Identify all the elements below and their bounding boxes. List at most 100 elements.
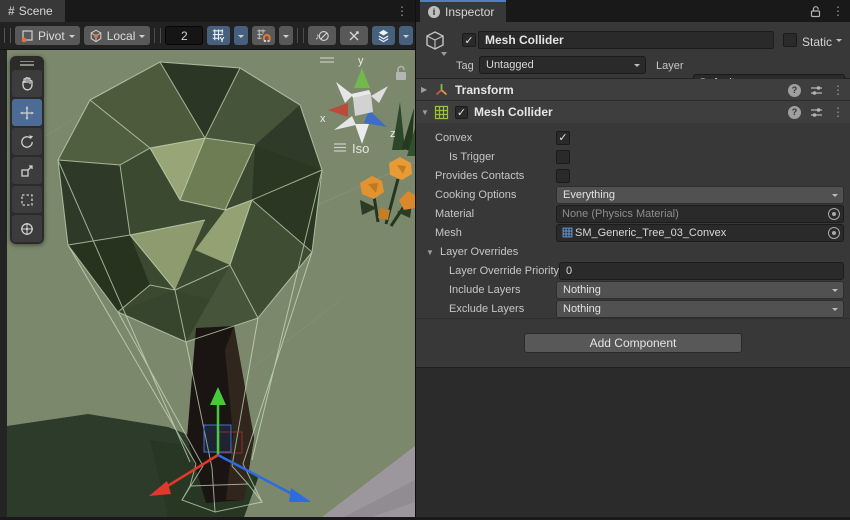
scene-grid-icon: # [8, 4, 14, 18]
unlock-icon[interactable] [809, 5, 822, 18]
provides-contacts-checkbox[interactable] [556, 169, 570, 183]
help-icon[interactable]: ? [788, 106, 801, 119]
scene-render: y x z Iso [0, 50, 415, 517]
component-menu-icon[interactable]: ⋮ [832, 83, 844, 97]
grid-size-input[interactable] [165, 26, 203, 45]
scene-visibility-button[interactable] [372, 26, 395, 45]
gizmo-axis-cone[interactable] [336, 82, 353, 103]
add-component-button[interactable]: Add Component [524, 333, 742, 353]
local-caret-icon [139, 35, 145, 41]
orientation-gizmo: y x z Iso [320, 55, 406, 156]
foldout-icon[interactable]: ▼ [426, 248, 434, 257]
exclude-layers-label: Exclude Layers [416, 303, 556, 315]
gizmo-axis-cone[interactable] [334, 116, 356, 130]
transform-component-header[interactable]: ▶ Transform ? ⋮ [416, 79, 850, 101]
scene-tab-label: Scene [19, 4, 53, 18]
tools-drag-handle[interactable] [12, 58, 42, 68]
pivot-label: Pivot [38, 29, 65, 43]
rect-tool-button[interactable] [12, 186, 42, 213]
layer-override-priority-row: Layer Override Priority [416, 261, 850, 280]
local-cube-icon [89, 29, 103, 43]
scene-panel: # Scene ⋮ Pivot Local [0, 0, 415, 517]
transform-title: Transform [455, 83, 514, 97]
pivot-caret-icon [69, 35, 75, 41]
presets-icon[interactable] [810, 106, 823, 119]
handle-orientation-button[interactable]: Local [84, 26, 151, 45]
toolbar-drag-handle[interactable] [4, 28, 11, 43]
iso-projection-toggle[interactable]: Iso [334, 141, 369, 156]
mesh-collider-body: Convex ✓ Is Trigger Provides Contacts Co… [416, 123, 850, 318]
snap-magnet-icon [256, 28, 271, 43]
priority-input[interactable] [559, 262, 844, 280]
static-dropdown-icon[interactable] [836, 39, 842, 45]
gizmo-y-cone[interactable] [354, 68, 370, 88]
tools-overlay [10, 56, 44, 244]
info-icon: i [428, 6, 440, 18]
presets-icon[interactable] [810, 84, 823, 97]
grid-visibility-button[interactable]: Y [207, 26, 230, 45]
grid-caret-icon [238, 35, 244, 41]
snap-settings-dropdown[interactable] [279, 26, 293, 45]
component-menu-icon[interactable]: ⋮ [832, 105, 844, 119]
scene-menu-icon[interactable]: ⋮ [396, 4, 408, 18]
layers-icon [376, 28, 391, 43]
scale-tool-button[interactable] [12, 157, 42, 184]
mesh-collider-icon [434, 105, 449, 120]
transform-tool-button[interactable] [12, 215, 42, 242]
toolbar-separator [297, 28, 304, 43]
foldout-icon[interactable]: ▼ [421, 108, 430, 117]
include-layers-dropdown[interactable]: Nothing [556, 281, 844, 299]
cooking-options-dropdown[interactable]: Everything [556, 186, 844, 204]
scene-tabbar: # Scene ⋮ [0, 0, 415, 22]
mesh-icon [562, 227, 573, 238]
unlock-icon[interactable] [396, 67, 406, 81]
material-object-field[interactable]: None (Physics Material) [556, 205, 844, 223]
inspector-tabbar: i Inspector ⋮ [416, 0, 850, 22]
scene-fx-toggle[interactable] [340, 26, 368, 45]
foldout-icon[interactable]: ▶ [421, 85, 430, 94]
is-trigger-checkbox[interactable] [556, 150, 570, 164]
rotate-icon [19, 134, 35, 150]
component-enabled-checkbox[interactable]: ✓ [455, 106, 468, 119]
svg-text:Y: Y [220, 35, 225, 43]
gizmo-axis-cone[interactable] [371, 86, 388, 103]
rotate-tool-button[interactable] [12, 128, 42, 155]
rect-icon [19, 192, 35, 208]
gizmo-x-cone[interactable] [328, 103, 348, 117]
add-component-zone: Add Component [416, 318, 850, 368]
layer-overrides-row[interactable]: ▼ Layer Overrides [416, 242, 850, 261]
active-checkbox[interactable]: ✓ [462, 33, 476, 47]
grid-axis-icon: Y [211, 28, 226, 43]
mesh-collider-component-header[interactable]: ▼ ✓ Mesh Collider ? ⋮ [416, 101, 850, 123]
transform-icon [19, 221, 35, 237]
gameobject-cube-icon[interactable] [424, 30, 448, 56]
transform-icon [434, 82, 449, 97]
tab-inspector[interactable]: i Inspector [420, 0, 506, 22]
pivot-button[interactable]: Pivot [15, 26, 80, 45]
convex-checkbox[interactable]: ✓ [556, 131, 570, 145]
material-row: Material None (Physics Material) [416, 204, 850, 223]
tag-dropdown[interactable]: Untagged [479, 56, 646, 74]
mesh-collider-title: Mesh Collider [474, 105, 553, 119]
scale-icon [19, 163, 35, 179]
convex-row: Convex ✓ [416, 128, 850, 147]
object-picker-icon[interactable] [828, 208, 840, 220]
inspector-menu-icon[interactable]: ⋮ [832, 4, 844, 18]
scene-audio-toggle[interactable]: ♪ [308, 26, 336, 45]
layer-label: Layer [656, 60, 684, 72]
help-icon[interactable]: ? [788, 84, 801, 97]
include-layers-label: Include Layers [416, 284, 556, 296]
tab-scene[interactable]: # Scene [0, 0, 65, 22]
grid-visibility-dropdown[interactable] [234, 26, 248, 45]
snap-settings-button[interactable] [252, 26, 275, 45]
object-picker-icon[interactable] [828, 227, 840, 239]
scene-visibility-dropdown[interactable] [399, 26, 413, 45]
move-tool-button[interactable] [12, 99, 42, 126]
scene-viewport[interactable]: y x z Iso [0, 50, 415, 517]
static-checkbox[interactable] [783, 33, 797, 47]
view-tool-button[interactable] [12, 70, 42, 97]
exclude-layers-dropdown[interactable]: Nothing [556, 300, 844, 318]
overlay-drag-handle[interactable] [320, 58, 334, 62]
mesh-object-field[interactable]: SM_Generic_Tree_03_Convex [556, 224, 844, 242]
gameobject-name-input[interactable] [478, 31, 774, 49]
